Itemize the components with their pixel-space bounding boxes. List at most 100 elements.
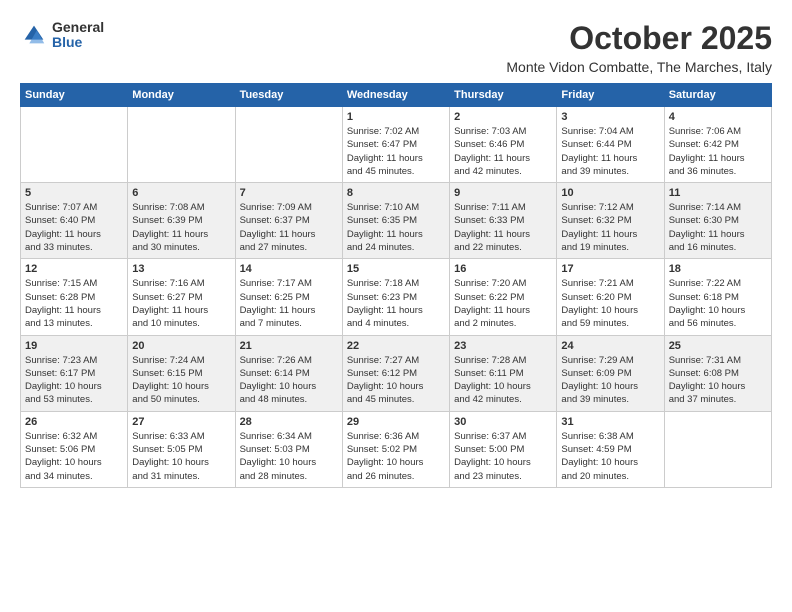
- logo-general: General: [52, 20, 104, 35]
- day-number: 14: [240, 263, 338, 275]
- calendar-day-cell: 6 Sunrise: 7:08 AM Sunset: 6:39 PM Daylig…: [128, 183, 235, 259]
- day-content: Sunrise: 7:03 AM Sunset: 6:46 PM Dayligh…: [454, 125, 552, 178]
- weekday-header: Tuesday: [235, 84, 342, 107]
- calendar-day-cell: 1Sunrise: 7:02 AM Sunset: 6:47 PM Daylig…: [342, 107, 449, 183]
- calendar-day-cell: 20Sunrise: 7:24 AM Sunset: 6:15 PM Dayli…: [128, 335, 235, 411]
- calendar-day-cell: [664, 411, 771, 487]
- logo-text: General Blue: [52, 20, 104, 51]
- day-content: Sunrise: 7:06 AM Sunset: 6:42 PM Dayligh…: [669, 125, 767, 178]
- day-number: 27: [132, 416, 230, 428]
- day-number: 7: [240, 187, 338, 199]
- calendar-day-cell: [128, 107, 235, 183]
- calendar-day-cell: 30 Sunrise: 6:37 AM Sunset: 5:00 PM Dayli…: [450, 411, 557, 487]
- day-number: 15: [347, 263, 445, 275]
- calendar-day-cell: 17Sunrise: 7:21 AM Sunset: 6:20 PM Dayli…: [557, 259, 664, 335]
- day-number: 29: [347, 416, 445, 428]
- day-content: Sunrise: 6:34 AM Sunset: 5:03 PM Dayligh…: [240, 430, 338, 483]
- day-content: Sunrise: 7:22 AM Sunset: 6:18 PM Dayligh…: [669, 277, 767, 330]
- day-content: Sunrise: 7:31 AM Sunset: 6:08 PM Dayligh…: [669, 354, 767, 407]
- day-number: 16: [454, 263, 552, 275]
- calendar-day-cell: 26 Sunrise: 6:32 AM Sunset: 5:06 PM Dayli…: [21, 411, 128, 487]
- day-number: 10: [561, 187, 659, 199]
- day-content: Sunrise: 6:32 AM Sunset: 5:06 PM Dayligh…: [25, 430, 123, 483]
- calendar-day-cell: 8Sunrise: 7:10 AM Sunset: 6:35 PM Daylig…: [342, 183, 449, 259]
- day-number: 4: [669, 111, 767, 123]
- day-number: 31: [561, 416, 659, 428]
- day-content: Sunrise: 6:38 AM Sunset: 4:59 PM Dayligh…: [561, 430, 659, 483]
- day-content: Sunrise: 7:27 AM Sunset: 6:12 PM Dayligh…: [347, 354, 445, 407]
- day-number: 12: [25, 263, 123, 275]
- calendar-day-cell: 31 Sunrise: 6:38 AM Sunset: 4:59 PM Dayli…: [557, 411, 664, 487]
- weekday-header: Sunday: [21, 84, 128, 107]
- weekday-header: Monday: [128, 84, 235, 107]
- calendar-day-cell: 4 Sunrise: 7:06 AM Sunset: 6:42 PM Daylig…: [664, 107, 771, 183]
- day-number: 3: [561, 111, 659, 123]
- day-number: 19: [25, 340, 123, 352]
- calendar-week-row: 1Sunrise: 7:02 AM Sunset: 6:47 PM Daylig…: [21, 107, 772, 183]
- day-number: 26: [25, 416, 123, 428]
- day-content: Sunrise: 6:36 AM Sunset: 5:02 PM Dayligh…: [347, 430, 445, 483]
- day-number: 2: [454, 111, 552, 123]
- page-header: General Blue October 2025 Monte Vidon Co…: [20, 20, 772, 75]
- weekday-header: Wednesday: [342, 84, 449, 107]
- calendar-table: SundayMondayTuesdayWednesdayThursdayFrid…: [20, 83, 772, 488]
- calendar-day-cell: [235, 107, 342, 183]
- calendar-subtitle: Monte Vidon Combatte, The Marches, Italy: [506, 59, 772, 75]
- calendar-day-cell: 23 Sunrise: 7:28 AM Sunset: 6:11 PM Dayli…: [450, 335, 557, 411]
- calendar-day-cell: 27 Sunrise: 6:33 AM Sunset: 5:05 PM Dayli…: [128, 411, 235, 487]
- calendar-day-cell: 11 Sunrise: 7:14 AM Sunset: 6:30 PM Dayli…: [664, 183, 771, 259]
- day-number: 30: [454, 416, 552, 428]
- logo-icon: [20, 21, 48, 49]
- day-number: 21: [240, 340, 338, 352]
- day-content: Sunrise: 7:20 AM Sunset: 6:22 PM Dayligh…: [454, 277, 552, 330]
- weekday-header: Thursday: [450, 84, 557, 107]
- day-number: 18: [669, 263, 767, 275]
- calendar-week-row: 12 Sunrise: 7:15 AM Sunset: 6:28 PM Dayli…: [21, 259, 772, 335]
- calendar-day-cell: 12 Sunrise: 7:15 AM Sunset: 6:28 PM Dayli…: [21, 259, 128, 335]
- logo: General Blue: [20, 20, 104, 51]
- calendar-day-cell: 15 Sunrise: 7:18 AM Sunset: 6:23 PM Dayli…: [342, 259, 449, 335]
- day-content: Sunrise: 6:33 AM Sunset: 5:05 PM Dayligh…: [132, 430, 230, 483]
- calendar-day-cell: 25 Sunrise: 7:31 AM Sunset: 6:08 PM Dayli…: [664, 335, 771, 411]
- day-content: Sunrise: 7:14 AM Sunset: 6:30 PM Dayligh…: [669, 201, 767, 254]
- calendar-day-cell: 22 Sunrise: 7:27 AM Sunset: 6:12 PM Dayli…: [342, 335, 449, 411]
- calendar-day-cell: 18 Sunrise: 7:22 AM Sunset: 6:18 PM Dayli…: [664, 259, 771, 335]
- day-content: Sunrise: 6:37 AM Sunset: 5:00 PM Dayligh…: [454, 430, 552, 483]
- day-content: Sunrise: 7:16 AM Sunset: 6:27 PM Dayligh…: [132, 277, 230, 330]
- calendar-day-cell: 21Sunrise: 7:26 AM Sunset: 6:14 PM Dayli…: [235, 335, 342, 411]
- day-content: Sunrise: 7:08 AM Sunset: 6:39 PM Dayligh…: [132, 201, 230, 254]
- day-number: 6: [132, 187, 230, 199]
- day-content: Sunrise: 7:24 AM Sunset: 6:15 PM Dayligh…: [132, 354, 230, 407]
- day-content: Sunrise: 7:17 AM Sunset: 6:25 PM Dayligh…: [240, 277, 338, 330]
- calendar-day-cell: 19Sunrise: 7:23 AM Sunset: 6:17 PM Dayli…: [21, 335, 128, 411]
- day-content: Sunrise: 7:10 AM Sunset: 6:35 PM Dayligh…: [347, 201, 445, 254]
- calendar-day-cell: 29 Sunrise: 6:36 AM Sunset: 5:02 PM Dayli…: [342, 411, 449, 487]
- day-number: 22: [347, 340, 445, 352]
- day-number: 23: [454, 340, 552, 352]
- day-content: Sunrise: 7:21 AM Sunset: 6:20 PM Dayligh…: [561, 277, 659, 330]
- calendar-week-row: 5Sunrise: 7:07 AM Sunset: 6:40 PM Daylig…: [21, 183, 772, 259]
- day-number: 25: [669, 340, 767, 352]
- calendar-title: October 2025: [506, 20, 772, 57]
- logo-blue: Blue: [52, 35, 104, 50]
- calendar-day-cell: 9Sunrise: 7:11 AM Sunset: 6:33 PM Daylig…: [450, 183, 557, 259]
- day-number: 28: [240, 416, 338, 428]
- day-content: Sunrise: 7:28 AM Sunset: 6:11 PM Dayligh…: [454, 354, 552, 407]
- day-content: Sunrise: 7:29 AM Sunset: 6:09 PM Dayligh…: [561, 354, 659, 407]
- calendar-day-cell: 16 Sunrise: 7:20 AM Sunset: 6:22 PM Dayli…: [450, 259, 557, 335]
- calendar-day-cell: [21, 107, 128, 183]
- day-number: 24: [561, 340, 659, 352]
- calendar-day-cell: 10Sunrise: 7:12 AM Sunset: 6:32 PM Dayli…: [557, 183, 664, 259]
- weekday-header: Friday: [557, 84, 664, 107]
- day-number: 11: [669, 187, 767, 199]
- day-content: Sunrise: 7:02 AM Sunset: 6:47 PM Dayligh…: [347, 125, 445, 178]
- day-content: Sunrise: 7:07 AM Sunset: 6:40 PM Dayligh…: [25, 201, 123, 254]
- day-content: Sunrise: 7:15 AM Sunset: 6:28 PM Dayligh…: [25, 277, 123, 330]
- day-content: Sunrise: 7:18 AM Sunset: 6:23 PM Dayligh…: [347, 277, 445, 330]
- calendar-day-cell: 2 Sunrise: 7:03 AM Sunset: 6:46 PM Daylig…: [450, 107, 557, 183]
- calendar-day-cell: 7 Sunrise: 7:09 AM Sunset: 6:37 PM Daylig…: [235, 183, 342, 259]
- day-number: 13: [132, 263, 230, 275]
- calendar-week-row: 26 Sunrise: 6:32 AM Sunset: 5:06 PM Dayli…: [21, 411, 772, 487]
- title-section: October 2025 Monte Vidon Combatte, The M…: [506, 20, 772, 75]
- day-content: Sunrise: 7:09 AM Sunset: 6:37 PM Dayligh…: [240, 201, 338, 254]
